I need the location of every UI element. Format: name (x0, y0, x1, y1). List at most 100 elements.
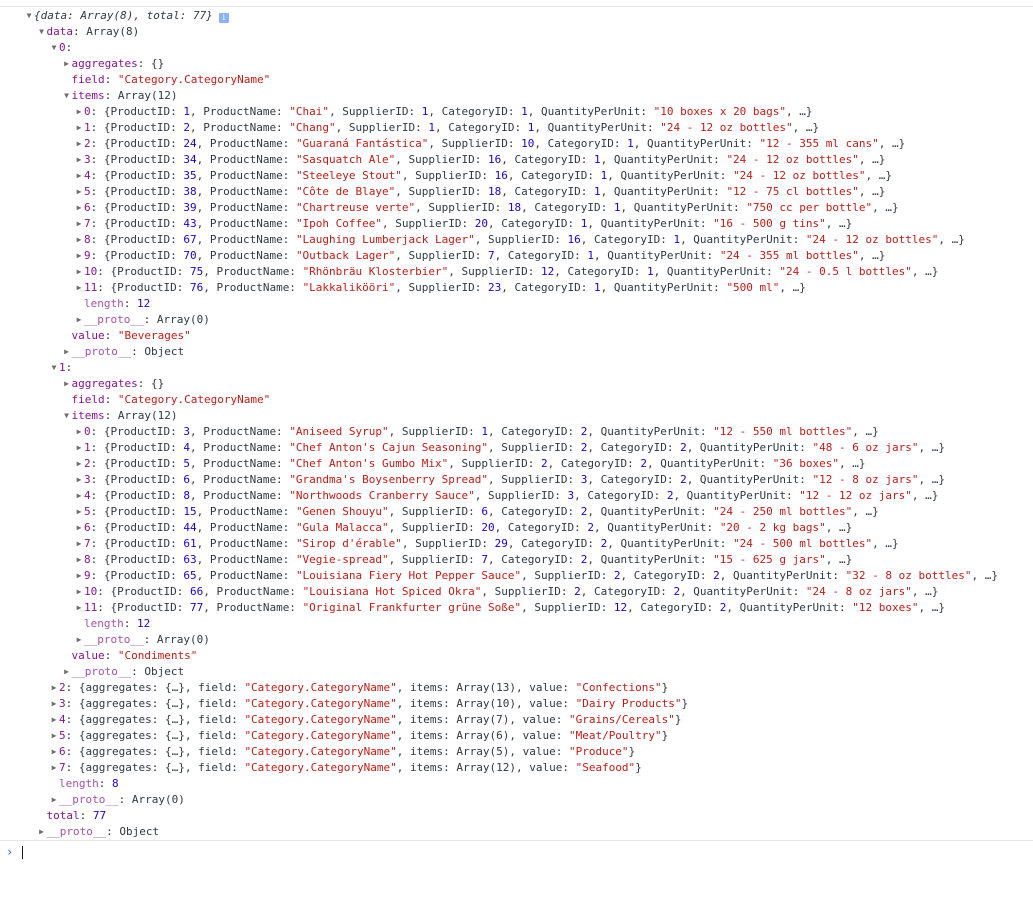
tree-row[interactable]: ▶ 5: {aggregates: {…}, field: "Category.C… (0, 728, 1033, 744)
tree-row[interactable]: ▶ __proto__: Object (0, 824, 1033, 840)
collapsed-triangle-icon[interactable]: ▶ (74, 568, 84, 584)
tree-row[interactable]: ▶ 9: {ProductID: 65, ProductName: "Louisi… (0, 568, 1033, 584)
tree-row[interactable]: ▶ 2: {ProductID: 5, ProductName: "Chef An… (0, 456, 1033, 472)
collapsed-triangle-icon[interactable]: ▶ (49, 760, 59, 776)
collapsed-triangle-icon[interactable]: ▶ (74, 424, 84, 440)
collapsed-triangle-icon[interactable]: ▶ (62, 56, 72, 72)
tree-row[interactable]: ▶ 11: {ProductID: 76, ProductName: "Lakka… (0, 280, 1033, 296)
tree-row[interactable]: ▶ 11: {ProductID: 77, ProductName: "Origi… (0, 600, 1033, 616)
collapsed-triangle-icon[interactable]: ▶ (49, 680, 59, 696)
tree-row[interactable]: ▶ 4: {aggregates: {…}, field: "Category.C… (0, 712, 1033, 728)
tree-row[interactable]: ▶ 8: {ProductID: 63, ProductName: "Vegie-… (0, 552, 1033, 568)
tree-row[interactable]: ▶ 0: {ProductID: 3, ProductName: "Aniseed… (0, 424, 1033, 440)
expanded-triangle-icon[interactable]: ▼ (49, 360, 59, 376)
row-content: 0: {ProductID: 1, ProductName: "Chai", S… (84, 104, 813, 120)
tree-row[interactable]: ▼ data: Array(8) (0, 24, 1033, 40)
collapsed-triangle-icon[interactable]: ▶ (74, 104, 84, 120)
tree-row[interactable]: ▶ 5: {ProductID: 38, ProductName: "Côte d… (0, 184, 1033, 200)
tree-row[interactable]: ▶ __proto__: Array(0) (0, 632, 1033, 648)
collapsed-triangle-icon[interactable]: ▶ (74, 232, 84, 248)
console-prompt[interactable]: › (0, 840, 1033, 865)
token: , CategoryID: (488, 553, 581, 566)
collapsed-triangle-icon[interactable]: ▶ (74, 584, 84, 600)
collapsed-triangle-icon[interactable]: ▶ (49, 728, 59, 744)
tree-row[interactable]: ▶ 2: {ProductID: 24, ProductName: "Guaran… (0, 136, 1033, 152)
tree-row[interactable]: ▶ 7: {aggregates: {…}, field: "Category.C… (0, 760, 1033, 776)
tree-row[interactable]: ▼ items: Array(12) (0, 88, 1033, 104)
collapsed-triangle-icon[interactable]: ▶ (74, 216, 84, 232)
tree-row[interactable]: ▶ 6: {ProductID: 44, ProductName: "Gula M… (0, 520, 1033, 536)
expanded-triangle-icon[interactable]: ▼ (24, 8, 34, 24)
collapsed-triangle-icon[interactable]: ▶ (74, 280, 84, 296)
tree-row[interactable]: ▶ 3: {ProductID: 34, ProductName: "Sasqua… (0, 152, 1033, 168)
info-icon[interactable]: i (218, 13, 229, 23)
tree-row[interactable]: ▶ 5: {ProductID: 15, ProductName: "Genen … (0, 504, 1033, 520)
tree-row[interactable]: ▶ __proto__: Object (0, 664, 1033, 680)
collapsed-triangle-icon[interactable]: ▶ (74, 632, 84, 648)
tree-row: total: 77 (0, 808, 1033, 824)
token: "Chef Anton's Gumbo Mix" (289, 457, 449, 470)
tree-row[interactable]: ▶ 7: {ProductID: 61, ProductName: "Sirop … (0, 536, 1033, 552)
collapsed-triangle-icon[interactable]: ▶ (74, 264, 84, 280)
tree-row[interactable]: ▶ 4: {ProductID: 8, ProductName: "Northwo… (0, 488, 1033, 504)
collapsed-triangle-icon[interactable]: ▶ (74, 472, 84, 488)
tree-row[interactable]: ▶ 6: {aggregates: {…}, field: "Category.C… (0, 744, 1033, 760)
expanded-triangle-icon[interactable]: ▼ (62, 88, 72, 104)
tree-row[interactable]: ▶ 0: {ProductID: 1, ProductName: "Chai", … (0, 104, 1033, 120)
tree-row[interactable]: ▶ 3: {ProductID: 6, ProductName: "Grandma… (0, 472, 1033, 488)
tree-row[interactable]: ▶ 1: {ProductID: 4, ProductName: "Chef An… (0, 440, 1033, 456)
collapsed-triangle-icon[interactable]: ▶ (74, 200, 84, 216)
token: : {ProductID: (90, 249, 184, 262)
tree-row[interactable]: ▼ items: Array(12) (0, 408, 1033, 424)
collapsed-triangle-icon[interactable]: ▶ (74, 488, 84, 504)
tree-row[interactable]: ▶ __proto__: Array(0) (0, 792, 1033, 808)
tree-row[interactable]: ▼ {data: Array(8), total: 77} i (0, 8, 1033, 24)
tree-row[interactable]: ▶ 8: {ProductID: 67, ProductName: "Laughi… (0, 232, 1033, 248)
token: : {ProductID: (90, 473, 184, 486)
collapsed-triangle-icon[interactable]: ▶ (74, 120, 84, 136)
tree-row[interactable]: ▶ 3: {aggregates: {…}, field: "Category.C… (0, 696, 1033, 712)
collapsed-triangle-icon[interactable]: ▶ (74, 440, 84, 456)
tree-row[interactable]: ▶ 6: {ProductID: 39, ProductName: "Chartr… (0, 200, 1033, 216)
tree-row[interactable]: ▶ __proto__: Array(0) (0, 312, 1033, 328)
tree-row[interactable]: ▼ 0: (0, 40, 1033, 56)
expanded-triangle-icon[interactable]: ▼ (37, 24, 47, 40)
collapsed-triangle-icon[interactable]: ▶ (74, 552, 84, 568)
collapsed-triangle-icon[interactable]: ▶ (74, 136, 84, 152)
tree-row[interactable]: ▶ 10: {ProductID: 66, ProductName: "Louis… (0, 584, 1033, 600)
token: , QuantityPerUnit: (587, 553, 714, 566)
collapsed-triangle-icon[interactable]: ▶ (74, 504, 84, 520)
tree-row[interactable]: ▶ 10: {ProductID: 75, ProductName: "Rhönb… (0, 264, 1033, 280)
collapsed-triangle-icon[interactable]: ▶ (74, 456, 84, 472)
tree-row[interactable]: ▶ 4: {ProductID: 35, ProductName: "Steele… (0, 168, 1033, 184)
tree-row[interactable]: ▶ __proto__: Object (0, 344, 1033, 360)
collapsed-triangle-icon[interactable]: ▶ (49, 696, 59, 712)
collapsed-triangle-icon[interactable]: ▶ (62, 376, 72, 392)
collapsed-triangle-icon[interactable]: ▶ (74, 248, 84, 264)
collapsed-triangle-icon[interactable]: ▶ (49, 744, 59, 760)
tree-row[interactable]: ▶ 9: {ProductID: 70, ProductName: "Outbac… (0, 248, 1033, 264)
tree-row[interactable]: ▶ aggregates: {} (0, 376, 1033, 392)
tree-row[interactable]: ▶ 1: {ProductID: 2, ProductName: "Chang",… (0, 120, 1033, 136)
token: value (71, 649, 105, 662)
collapsed-triangle-icon[interactable]: ▶ (74, 152, 84, 168)
collapsed-triangle-icon[interactable]: ▶ (74, 520, 84, 536)
collapsed-triangle-icon[interactable]: ▶ (74, 312, 84, 328)
collapsed-triangle-icon[interactable]: ▶ (74, 600, 84, 616)
collapsed-triangle-icon[interactable]: ▶ (74, 536, 84, 552)
collapsed-triangle-icon[interactable]: ▶ (62, 344, 72, 360)
token: "Chef Anton's Cajun Seasoning" (289, 441, 488, 454)
expanded-triangle-icon[interactable]: ▼ (49, 40, 59, 56)
tree-row[interactable]: ▶ 7: {ProductID: 43, ProductName: "Ipoh C… (0, 216, 1033, 232)
collapsed-triangle-icon[interactable]: ▶ (49, 712, 59, 728)
collapsed-triangle-icon[interactable]: ▶ (49, 792, 59, 808)
collapsed-triangle-icon[interactable]: ▶ (74, 184, 84, 200)
expanded-triangle-icon[interactable]: ▼ (62, 408, 72, 424)
token: 7 (84, 537, 91, 550)
collapsed-triangle-icon[interactable]: ▶ (62, 664, 72, 680)
tree-row[interactable]: ▶ 2: {aggregates: {…}, field: "Category.C… (0, 680, 1033, 696)
collapsed-triangle-icon[interactable]: ▶ (74, 168, 84, 184)
collapsed-triangle-icon[interactable]: ▶ (37, 824, 47, 840)
tree-row[interactable]: ▶ aggregates: {} (0, 56, 1033, 72)
tree-row[interactable]: ▼ 1: (0, 360, 1033, 376)
